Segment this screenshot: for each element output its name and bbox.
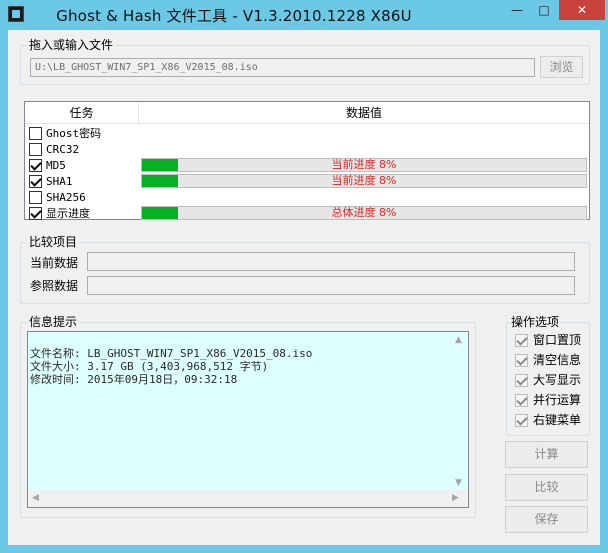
drop-file-group-label: 拖入或输入文件	[27, 38, 116, 52]
info-line-modified: 修改时间: 2015年09月18日，09:32:18	[30, 373, 238, 386]
maximize-button[interactable]: □	[531, 0, 557, 20]
title-bar: Ghost & Hash 文件工具 - V1.3.2010.1228 X86U …	[0, 0, 608, 30]
md5-progress-bar: 当前进度 8%	[141, 158, 587, 172]
progress-text: 总体进度 8%	[331, 206, 397, 219]
window-title: Ghost & Hash 文件工具 - V1.3.2010.1228 X86U	[56, 7, 412, 25]
compare-group-label: 比较项目	[27, 235, 80, 249]
task-row-md5[interactable]: MD5 当前进度 8%	[25, 157, 589, 173]
option-label: 清空信息	[533, 353, 582, 367]
scroll-right-icon[interactable]: ▶	[452, 493, 459, 503]
file-path-input[interactable]: U:\LB_GHOST_WIN7_SP1_X86_V2015_08.iso	[30, 58, 535, 77]
task-checkbox[interactable]	[29, 207, 42, 220]
task-checkbox[interactable]	[29, 127, 42, 140]
option-checkbox[interactable]	[515, 374, 528, 387]
task-label: SHA1	[46, 175, 73, 188]
current-data-field[interactable]	[87, 252, 575, 271]
sha1-progress-bar: 当前进度 8%	[141, 174, 587, 188]
info-textarea[interactable]: 文件名称: LB_GHOST_WIN7_SP1_X86_V2015_08.iso…	[27, 331, 469, 508]
task-label: SHA256	[46, 191, 86, 204]
option-label: 右键菜单	[533, 413, 582, 427]
progress-text: 当前进度 8%	[331, 174, 397, 187]
vertical-scrollbar[interactable]: ▲ ▼	[451, 332, 468, 492]
task-list: 任务 数据值 Ghost密码 CRC32 MD5 当前进度 8% SHA1 当前…	[24, 101, 590, 220]
info-line-filesize: 文件大小: 3.17 GB (3,403,968,512 字节)	[30, 360, 269, 373]
info-text: 文件名称: LB_GHOST_WIN7_SP1_X86_V2015_08.iso…	[30, 347, 312, 386]
close-button[interactable]: ✕	[559, 0, 605, 20]
option-label: 并行运算	[533, 393, 582, 407]
reference-data-field[interactable]	[87, 276, 575, 295]
task-row-crc32[interactable]: CRC32	[25, 141, 589, 157]
save-button[interactable]: 保存	[505, 506, 588, 533]
option-label: 大写显示	[533, 373, 582, 387]
horizontal-scrollbar[interactable]: ◀ ▶	[28, 490, 468, 507]
main-panel: 拖入或输入文件 U:\LB_GHOST_WIN7_SP1_X86_V2015_0…	[8, 30, 600, 545]
current-data-label: 当前数据	[30, 256, 79, 270]
task-checkbox[interactable]	[29, 175, 42, 188]
option-checkbox[interactable]	[515, 414, 528, 427]
task-label: CRC32	[46, 143, 80, 156]
scroll-up-icon[interactable]: ▲	[455, 335, 462, 345]
option-checkbox[interactable]	[515, 394, 528, 407]
scroll-left-icon[interactable]: ◀	[32, 493, 39, 503]
info-group-label: 信息提示	[27, 315, 80, 329]
progress-text: 当前进度 8%	[331, 158, 397, 171]
option-label: 窗口置顶	[533, 333, 582, 347]
task-label: 显示进度	[46, 207, 90, 220]
task-row-ghost[interactable]: Ghost密码	[25, 125, 589, 141]
option-checkbox[interactable]	[515, 354, 528, 367]
option-checkbox[interactable]	[515, 334, 528, 347]
reference-data-label: 参照数据	[30, 279, 79, 293]
minimize-button[interactable]: —	[504, 0, 530, 20]
column-header-task[interactable]: 任务	[25, 102, 139, 124]
task-label: Ghost密码	[46, 127, 102, 140]
options-group-label: 操作选项	[509, 315, 562, 329]
task-checkbox[interactable]	[29, 143, 42, 156]
browse-button[interactable]: 浏览	[540, 56, 583, 78]
task-label: MD5	[46, 159, 66, 172]
task-checkbox[interactable]	[29, 191, 42, 204]
compare-button[interactable]: 比较	[505, 474, 588, 501]
task-row-show-progress[interactable]: 显示进度 总体进度 8%	[25, 205, 589, 221]
column-header-value[interactable]: 数据值	[139, 102, 589, 124]
overall-progress-bar: 总体进度 8%	[141, 206, 587, 220]
task-row-sha1[interactable]: SHA1 当前进度 8%	[25, 173, 589, 189]
task-checkbox[interactable]	[29, 159, 42, 172]
scroll-down-icon[interactable]: ▼	[455, 478, 462, 488]
task-row-sha256[interactable]: SHA256	[25, 189, 589, 205]
info-line-filename: 文件名称: LB_GHOST_WIN7_SP1_X86_V2015_08.iso	[30, 347, 313, 360]
compute-button[interactable]: 计算	[505, 441, 588, 468]
